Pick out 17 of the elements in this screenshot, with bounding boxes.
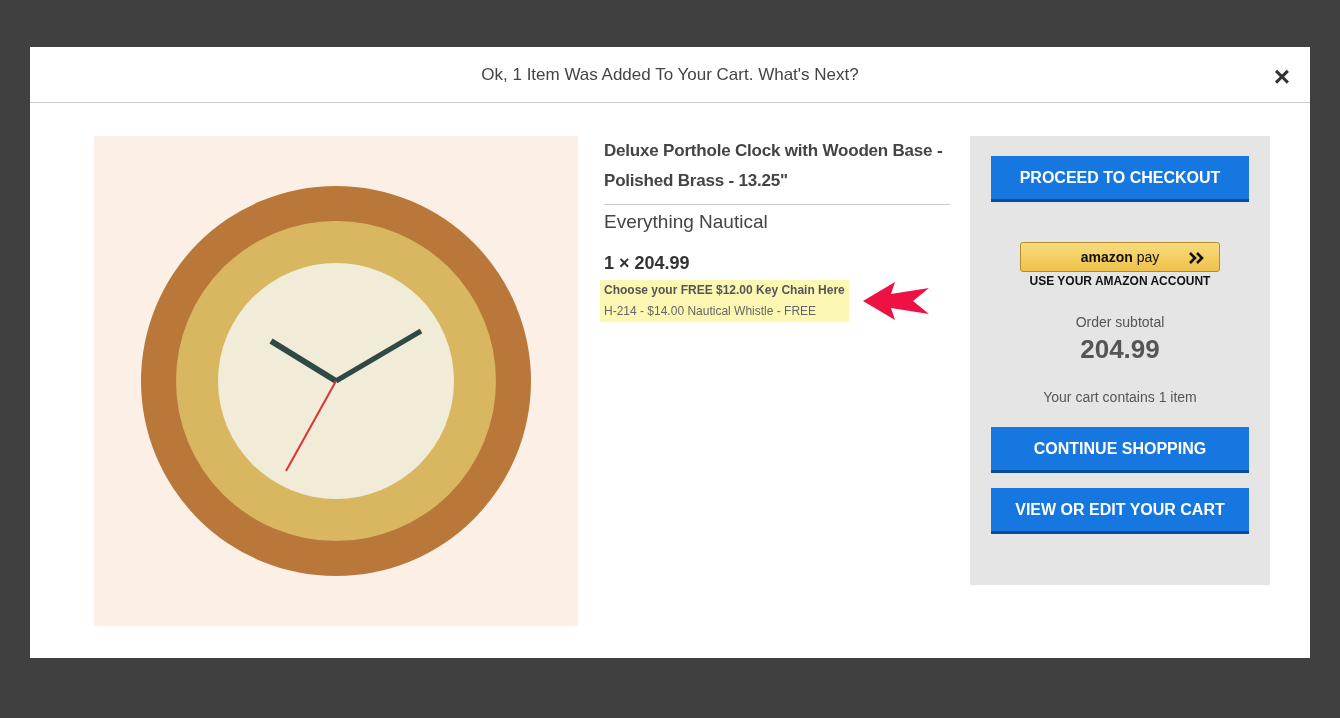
continue-shopping-button[interactable]: CONTINUE SHOPPING <box>991 427 1249 473</box>
checkout-button[interactable]: PROCEED TO CHECKOUT <box>991 156 1249 202</box>
subtotal-amount: 204.99 <box>1080 334 1160 365</box>
quantity-price: 1 × 204.99 <box>604 253 690 274</box>
amazon-pay-button[interactable]: amazon pay <box>1020 242 1220 272</box>
product-name[interactable]: Deluxe Porthole Clock with Wooden Base - Polished Brass - 13.25" <box>604 136 950 205</box>
cart-item-count: Your cart contains 1 item <box>1043 389 1197 405</box>
subtotal-label: Order subtotal <box>1075 314 1165 330</box>
dialog-title: Ok, 1 Item Was Added To Your Cart. What's Next? <box>481 64 859 85</box>
arrow-icon <box>862 282 931 320</box>
view-cart-button[interactable]: VIEW OR EDIT YOUR CART <box>991 488 1249 534</box>
chevrons-icon <box>1189 252 1205 264</box>
product-brand: Everything Nautical <box>604 211 768 233</box>
close-button[interactable]: × <box>1269 63 1294 91</box>
amazon-pay-caption: USE YOUR AMAZON ACCOUNT <box>1029 274 1211 288</box>
promo-link[interactable]: Choose your FREE $12.00 Key Chain Here <box>600 280 849 300</box>
promo-item: H-214 - $14.00 Nautical Whistle - FREE <box>600 300 849 322</box>
